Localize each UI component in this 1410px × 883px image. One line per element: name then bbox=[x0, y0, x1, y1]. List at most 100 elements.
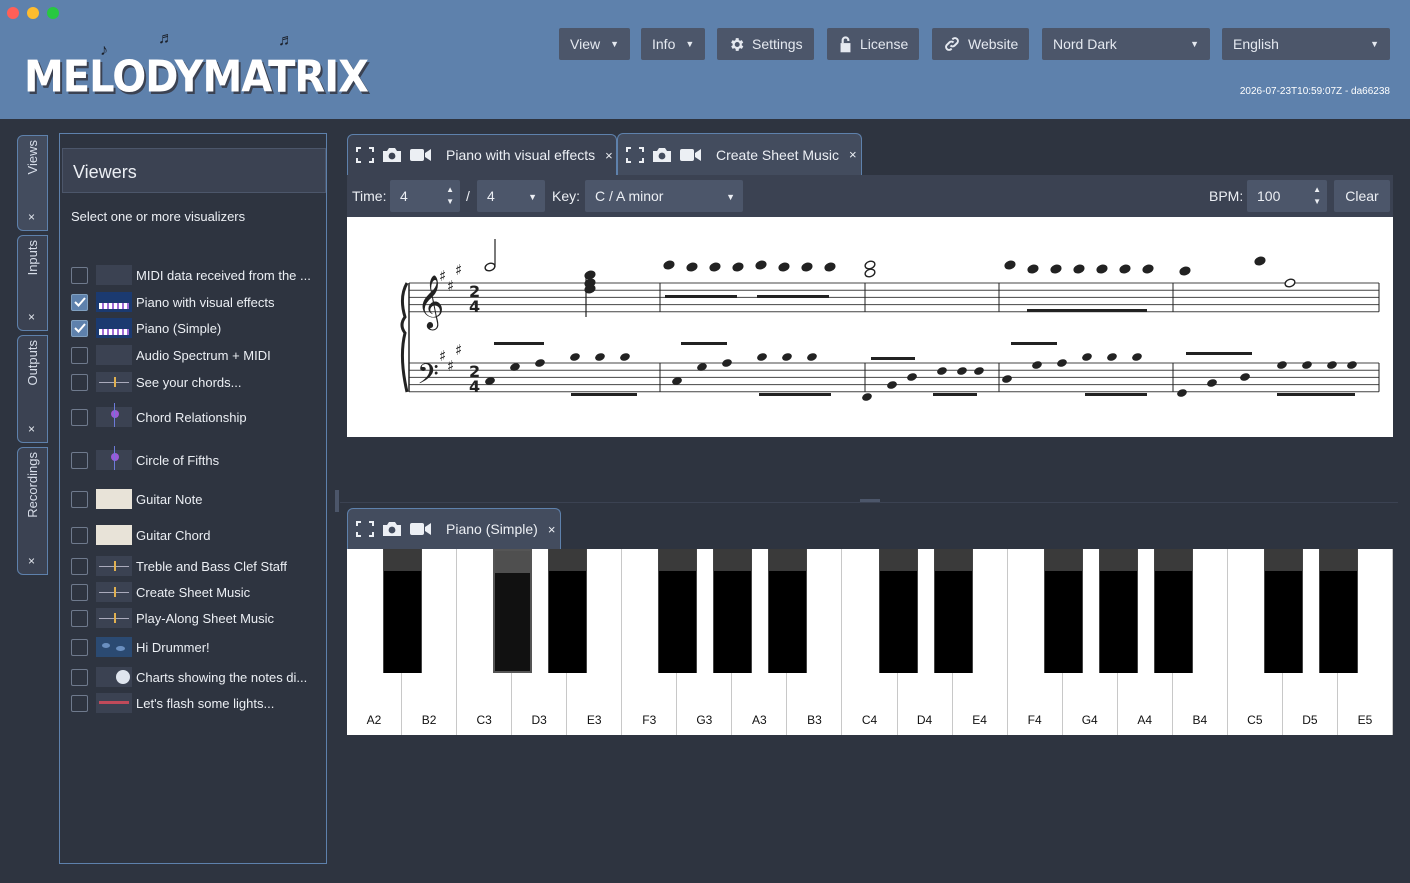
viewer-checkbox[interactable] bbox=[71, 694, 88, 712]
viewer-checkbox[interactable] bbox=[71, 266, 88, 284]
window-zoom-button[interactable] bbox=[47, 7, 59, 19]
video-camera-icon[interactable] bbox=[410, 148, 432, 162]
note-head bbox=[1119, 264, 1131, 274]
black-key[interactable] bbox=[1098, 549, 1138, 673]
viewer-item[interactable]: Guitar Chord bbox=[71, 524, 210, 546]
piano-keyboard[interactable]: A2 B2 C3 D3 E3 F3 G3 A3 B3 C4 D4 E4 F4 G4 A4 B4 C5 D5 E5 bbox=[347, 549, 1393, 735]
black-key[interactable] bbox=[548, 549, 588, 673]
spinner-arrows-icon[interactable]: ▲ ▼ bbox=[446, 184, 454, 208]
close-icon[interactable]: × bbox=[28, 310, 35, 324]
viewer-item[interactable]: Charts showing the notes di... bbox=[71, 666, 307, 688]
close-icon[interactable]: × bbox=[28, 210, 35, 224]
close-icon[interactable]: × bbox=[28, 422, 35, 436]
note-head bbox=[907, 373, 917, 381]
black-key[interactable] bbox=[1153, 549, 1193, 673]
bpm-spinbox[interactable]: 100 ▲ ▼ bbox=[1247, 180, 1327, 212]
viewer-item[interactable]: Create Sheet Music bbox=[71, 581, 250, 603]
window-minimize-button[interactable] bbox=[27, 7, 39, 19]
time-numerator-spinbox[interactable]: 4 ▲ ▼ bbox=[390, 180, 460, 212]
black-key[interactable] bbox=[658, 549, 698, 673]
black-key[interactable] bbox=[383, 549, 423, 673]
black-key[interactable] bbox=[1043, 549, 1083, 673]
black-key[interactable] bbox=[713, 549, 753, 673]
viewer-checkbox[interactable] bbox=[71, 293, 88, 311]
fullscreen-icon[interactable] bbox=[356, 147, 374, 163]
camera-icon[interactable] bbox=[382, 147, 402, 163]
viewer-checkbox[interactable] bbox=[71, 490, 88, 508]
info-menu-button[interactable]: Info ▼ bbox=[641, 28, 706, 60]
license-button[interactable]: License bbox=[827, 28, 920, 60]
black-key[interactable] bbox=[1263, 549, 1303, 673]
viewer-item[interactable]: See your chords... bbox=[71, 371, 242, 393]
note-head bbox=[957, 367, 967, 375]
note-head bbox=[864, 260, 876, 270]
viewer-checkbox[interactable] bbox=[71, 557, 88, 575]
window-close-button[interactable] bbox=[7, 7, 19, 19]
viewer-item[interactable]: MIDI data received from the ... bbox=[71, 264, 311, 286]
viewer-item[interactable]: Treble and Bass Clef Staff bbox=[71, 555, 287, 577]
black-key[interactable] bbox=[933, 549, 973, 673]
white-key-label: B4 bbox=[1192, 713, 1208, 727]
vertical-splitter-handle[interactable] bbox=[335, 490, 339, 512]
viewer-checkbox[interactable] bbox=[71, 583, 88, 601]
settings-button[interactable]: Settings bbox=[717, 28, 814, 60]
clear-button[interactable]: Clear bbox=[1334, 180, 1390, 212]
black-key[interactable] bbox=[1318, 549, 1358, 673]
fullscreen-icon[interactable] bbox=[356, 521, 374, 537]
viewer-item[interactable]: Guitar Note bbox=[71, 488, 202, 510]
black-key-pressed[interactable] bbox=[493, 549, 533, 673]
viewer-item[interactable]: Circle of Fifths bbox=[71, 446, 219, 471]
close-icon[interactable]: × bbox=[28, 554, 35, 568]
viewer-checkbox[interactable] bbox=[71, 668, 88, 686]
video-camera-icon[interactable] bbox=[410, 522, 432, 536]
viewer-item[interactable]: Let's flash some lights... bbox=[71, 692, 274, 714]
close-icon[interactable]: × bbox=[548, 522, 556, 537]
spinner-arrows-icon[interactable]: ▲ ▼ bbox=[1313, 184, 1321, 208]
side-tab-outputs[interactable]: Outputs × bbox=[17, 335, 48, 443]
viewer-checkbox[interactable] bbox=[71, 408, 88, 426]
viewer-item-label: Charts showing the notes di... bbox=[136, 669, 308, 685]
language-select[interactable]: English ▼ bbox=[1222, 28, 1390, 60]
note-head bbox=[1050, 264, 1062, 274]
close-icon[interactable]: × bbox=[849, 147, 857, 162]
viewer-checkbox[interactable] bbox=[71, 638, 88, 656]
time-signature-bottom: 4 bbox=[469, 297, 480, 316]
key-select[interactable]: C / A minor ▼ bbox=[585, 180, 743, 212]
viewer-item[interactable]: Hi Drummer! bbox=[71, 636, 210, 658]
tab-piano-visual-effects[interactable]: Piano with visual effects × bbox=[347, 134, 617, 175]
view-menu-button[interactable]: View ▼ bbox=[559, 28, 631, 60]
note-head bbox=[1107, 353, 1117, 361]
viewer-checkbox[interactable] bbox=[71, 609, 88, 627]
viewer-checkbox[interactable] bbox=[71, 451, 88, 469]
viewer-checkbox[interactable] bbox=[71, 373, 88, 391]
theme-select[interactable]: Nord Dark ▼ bbox=[1042, 28, 1210, 60]
viewer-item[interactable]: Piano with visual effects bbox=[71, 291, 275, 313]
close-icon[interactable]: × bbox=[605, 148, 613, 163]
tab-create-sheet-music[interactable]: Create Sheet Music × bbox=[617, 133, 862, 175]
viewer-item[interactable]: Piano (Simple) bbox=[71, 317, 221, 339]
viewer-item[interactable]: Chord Relationship bbox=[71, 403, 247, 428]
camera-icon[interactable] bbox=[652, 147, 672, 163]
viewer-item[interactable]: Audio Spectrum + MIDI bbox=[71, 344, 271, 366]
black-key[interactable] bbox=[878, 549, 918, 673]
viewer-item[interactable]: Play-Along Sheet Music bbox=[71, 607, 274, 629]
side-tab-views[interactable]: Views × bbox=[17, 135, 48, 231]
viewer-thumbnail bbox=[96, 292, 132, 312]
side-tab-inputs[interactable]: Inputs × bbox=[17, 235, 48, 331]
website-button[interactable]: Website bbox=[932, 28, 1030, 60]
tab-piano-simple[interactable]: Piano (Simple) × bbox=[347, 508, 561, 549]
video-camera-icon[interactable] bbox=[680, 148, 702, 162]
camera-icon[interactable] bbox=[382, 521, 402, 537]
time-denominator-select[interactable]: 4 ▼ bbox=[477, 180, 545, 212]
viewer-checkbox[interactable] bbox=[71, 526, 88, 544]
fullscreen-icon[interactable] bbox=[626, 146, 644, 163]
black-key-top bbox=[1044, 549, 1082, 571]
license-label: License bbox=[860, 36, 909, 52]
black-key[interactable] bbox=[768, 549, 808, 673]
note-head bbox=[1002, 375, 1012, 383]
key-sharp: ♯ bbox=[455, 341, 462, 359]
viewer-checkbox[interactable] bbox=[71, 346, 88, 364]
horizontal-splitter-handle[interactable] bbox=[860, 499, 880, 502]
side-tab-recordings[interactable]: Recordings × bbox=[17, 447, 48, 575]
viewer-checkbox[interactable] bbox=[71, 319, 88, 337]
